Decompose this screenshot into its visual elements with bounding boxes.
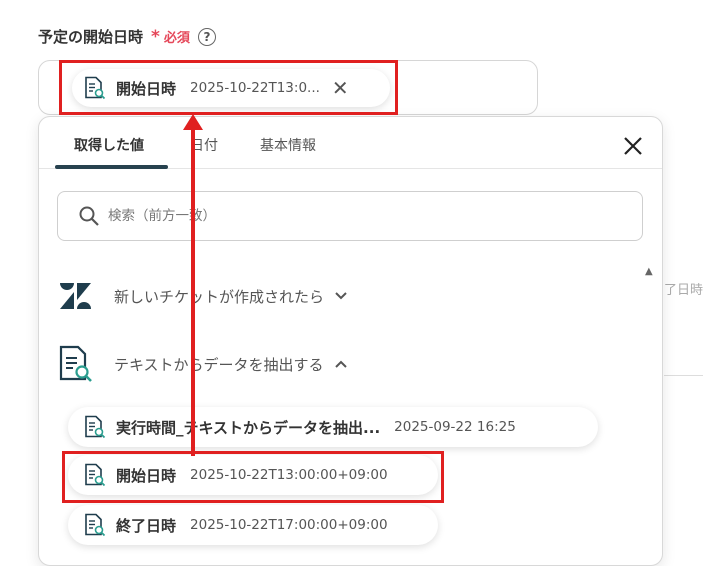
document-search-icon bbox=[85, 513, 106, 537]
chevron-down-icon[interactable] bbox=[334, 291, 348, 301]
background-text: 了日時 bbox=[664, 283, 703, 298]
value-item-value: 2025-10-22T17:00:00+09:00 bbox=[190, 517, 388, 533]
search-icon bbox=[79, 206, 99, 226]
field-label-text: 予定の開始日時 bbox=[38, 28, 144, 46]
section-title: 新しいチケットが作成されたら bbox=[114, 287, 325, 306]
value-item-label: 実行時間_テキストからデータを抽出... bbox=[116, 418, 381, 437]
section-zendesk-trigger[interactable]: 新しいチケットが作成されたら bbox=[58, 282, 348, 310]
section-extract-data[interactable]: テキストからデータを抽出する bbox=[58, 345, 348, 383]
scrollbar-up-arrow[interactable]: ▲ bbox=[645, 266, 653, 277]
value-item-execution-time[interactable]: 実行時間_テキストからデータを抽出... 2025-09-22 16:25 bbox=[68, 407, 598, 447]
value-item-label: 終了日時 bbox=[116, 516, 177, 535]
document-search-icon bbox=[85, 415, 106, 439]
field-label: 予定の開始日時 * 必須 ? bbox=[38, 26, 216, 47]
help-icon[interactable]: ? bbox=[197, 27, 216, 46]
active-tab-indicator bbox=[55, 165, 168, 169]
close-icon[interactable] bbox=[620, 133, 646, 159]
annotation-arrow-line bbox=[191, 128, 195, 456]
required-badge: 必須 bbox=[163, 31, 190, 46]
section-title: テキストからデータを抽出する bbox=[114, 355, 324, 374]
search-box[interactable] bbox=[57, 191, 643, 241]
annotation-arrow-head bbox=[183, 114, 203, 130]
value-item-end-datetime[interactable]: 終了日時 2025-10-22T17:00:00+09:00 bbox=[68, 505, 438, 545]
tab-retrieved-values[interactable]: 取得した値 bbox=[74, 135, 144, 155]
required-star: * bbox=[151, 26, 160, 47]
chevron-up-icon[interactable] bbox=[334, 359, 348, 369]
tab-basic-info[interactable]: 基本情報 bbox=[260, 135, 316, 155]
highlight-box-item bbox=[62, 451, 444, 503]
document-search-icon bbox=[59, 345, 92, 382]
background-divider bbox=[664, 375, 703, 376]
highlight-box-selected bbox=[59, 60, 398, 115]
value-item-value: 2025-09-22 16:25 bbox=[394, 419, 516, 435]
zendesk-icon bbox=[60, 283, 91, 309]
search-input[interactable] bbox=[106, 207, 586, 225]
